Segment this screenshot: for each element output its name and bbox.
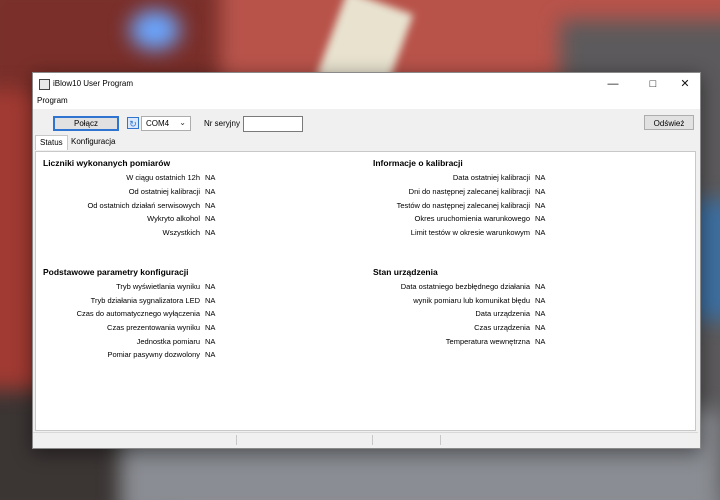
basic-config-title: Podstawowe parametry konfiguracji: [43, 267, 189, 277]
status-bar-segment: [373, 435, 441, 445]
calibration-row: Dni do następnej zalecanej kalibracji NA: [408, 187, 546, 196]
calibration-row: Okres uruchomienia warunkowego NA: [414, 214, 546, 223]
close-button[interactable]: ✕: [665, 73, 705, 95]
serial-label: Nr seryjny: [204, 119, 241, 128]
config-row: Pomiar pasywny dozwolony NA: [107, 350, 216, 359]
minimize-button[interactable]: —: [593, 73, 633, 95]
tab-status[interactable]: Status: [35, 135, 68, 150]
device-state-title: Stan urządzenia: [373, 267, 438, 277]
calibration-row: Limit testów w okresie warunkowym NA: [410, 228, 546, 237]
calibration-row: Data ostatniej kalibracji NA: [452, 173, 546, 182]
calibration-row: Testów do następnej zalecanej kalibracji…: [396, 201, 546, 210]
app-icon: [39, 79, 50, 90]
status-bar-segment: [33, 435, 237, 445]
serial-number-field[interactable]: [243, 116, 303, 132]
menu-bar: Program: [33, 95, 700, 109]
connect-button[interactable]: Połącz: [53, 116, 119, 131]
chevron-down-icon: ⌄: [179, 118, 186, 127]
status-bar: [33, 432, 698, 447]
port-select-value: COM4: [146, 119, 170, 128]
tab-configuration[interactable]: Konfiguracja: [67, 135, 119, 149]
refresh-ports-icon[interactable]: ↻: [127, 117, 139, 129]
device-row: Czas urządzenia NA: [474, 323, 546, 332]
toolbar: Połącz ↻ COM4 ⌄ Nr seryjny Odśwież: [33, 109, 700, 135]
counters-title: Liczniki wykonanych pomiarów: [43, 158, 171, 168]
device-row: wynik pomiaru lub komunikat błędu NA: [413, 296, 546, 305]
tab-strip: Status Konfiguracja: [33, 135, 700, 150]
status-bar-segment: [237, 435, 373, 445]
window-title: iBlow10 User Program: [53, 79, 134, 88]
device-row: Temperatura wewnętrzna NA: [445, 337, 546, 346]
calibration-title: Informacje o kalibracji: [373, 158, 463, 168]
port-select[interactable]: COM4 ⌄: [141, 116, 191, 131]
device-row: Data ostatniego bezbłędnego działania NA: [400, 282, 546, 291]
refresh-button[interactable]: Odśwież: [644, 115, 694, 130]
status-panel: Liczniki wykonanych pomiarów W ciągu ost…: [35, 151, 696, 431]
device-row: Data urządzenia NA: [475, 309, 546, 318]
title-bar: iBlow10 User Program — □ ✕: [33, 73, 700, 95]
app-window: iBlow10 User Program — □ ✕ Program Połąc…: [32, 72, 701, 449]
menu-program[interactable]: Program: [37, 96, 68, 105]
